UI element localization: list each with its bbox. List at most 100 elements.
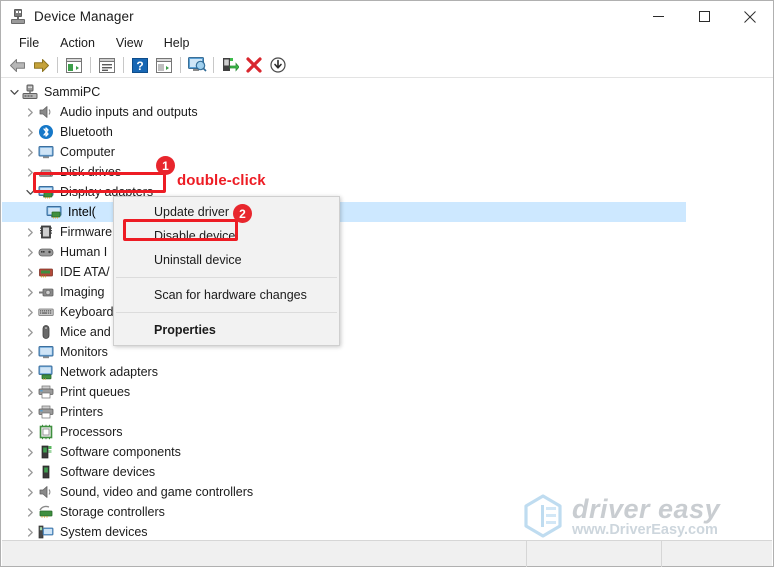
show-hide-console-tree-icon[interactable] (62, 54, 86, 76)
toolbar: ? (1, 53, 773, 78)
context-menu-item-disable-device[interactable]: Disable device (114, 224, 339, 248)
tree-item-intel-display-adapter[interactable]: Intel( (2, 202, 686, 222)
properties-icon[interactable] (95, 54, 119, 76)
chevron-down-icon[interactable] (6, 82, 22, 102)
tree-item-label: Mice and (60, 325, 111, 339)
chevron-right-icon[interactable] (22, 402, 38, 422)
tree-item-label: Network adapters (60, 365, 158, 379)
update-driver-icon[interactable] (218, 54, 242, 76)
chevron-right-icon[interactable] (22, 282, 38, 302)
tree-item-label: Firmware (60, 225, 113, 239)
tree-item-system-devices[interactable]: System devices (2, 522, 772, 539)
system-device-icon (38, 524, 54, 539)
chevron-right-icon[interactable] (22, 142, 38, 162)
minimize-button[interactable] (635, 1, 681, 32)
show-hide-action-pane-icon[interactable] (152, 54, 176, 76)
tree-item-label: Printers (60, 405, 104, 419)
tree-item-disk-drives[interactable]: Disk drives (2, 162, 772, 182)
tree-item-label: Computer (60, 145, 115, 159)
tree-item-computer[interactable]: Computer (2, 142, 772, 162)
monitor-icon (38, 344, 54, 360)
chevron-down-icon[interactable] (22, 182, 38, 202)
tree-item-storage-controllers[interactable]: Storage controllers (2, 502, 772, 522)
context-menu-item-properties[interactable]: Properties (114, 318, 339, 342)
chevron-right-icon[interactable] (22, 502, 38, 522)
device-manager-window: Device Manager File Action View Help ? S… (0, 0, 774, 567)
tree-item-label: Intel( (68, 205, 96, 219)
tree-item-print-queues[interactable]: Print queues (2, 382, 772, 402)
device-manager-icon (10, 8, 26, 25)
tree-item-software-devices[interactable]: Software devices (2, 462, 772, 482)
tree-item-printers[interactable]: Printers (2, 402, 772, 422)
menu-view[interactable]: View (106, 34, 153, 52)
software-component-icon (38, 444, 54, 460)
tree-item-root[interactable]: SammiPC (2, 82, 772, 102)
software-device-icon (38, 464, 54, 480)
tree-item-software-components[interactable]: Software components (2, 442, 772, 462)
context-menu-item-update-driver[interactable]: Update driver (114, 200, 339, 224)
chevron-right-icon[interactable] (22, 122, 38, 142)
uninstall-device-icon[interactable] (242, 54, 266, 76)
tree-item-label: Disk drives (60, 165, 122, 179)
menu-file[interactable]: File (9, 34, 49, 52)
svg-text:?: ? (136, 59, 143, 73)
chevron-right-icon[interactable] (22, 382, 38, 402)
back-icon[interactable] (5, 54, 29, 76)
chevron-right-icon[interactable] (22, 342, 38, 362)
maximize-button[interactable] (681, 1, 727, 32)
tree-item-label: Bluetooth (60, 125, 113, 139)
context-menu-item-scan-for-hardware-changes[interactable]: Scan for hardware changes (114, 283, 339, 307)
tree-item-label: System devices (60, 525, 148, 539)
forward-icon[interactable] (29, 54, 53, 76)
chevron-right-icon[interactable] (22, 322, 38, 342)
tree-item-label: SammiPC (44, 85, 101, 99)
toolbar-separator (90, 57, 91, 73)
chevron-right-icon[interactable] (22, 102, 38, 122)
annotation-double-click-label: double-click (177, 172, 266, 189)
chevron-right-icon[interactable] (22, 222, 38, 242)
tree-item-label: Processors (60, 425, 123, 439)
window-title: Device Manager (34, 9, 134, 24)
tree-item-label: Keyboard (60, 305, 114, 319)
status-pane-main (2, 540, 527, 567)
help-icon[interactable]: ? (128, 54, 152, 76)
chevron-right-icon[interactable] (22, 262, 38, 282)
chevron-right-icon[interactable] (22, 242, 38, 262)
tree-item-bluetooth[interactable]: Bluetooth (2, 122, 772, 142)
tree-item-sound-video-and-game-controllers[interactable]: Sound, video and game controllers (2, 482, 772, 502)
tree-item-label: Human I (60, 245, 108, 259)
context-menu[interactable]: Update driver Disable device Uninstall d… (113, 196, 340, 346)
window-controls (635, 1, 773, 32)
tree-item-processors[interactable]: Processors (2, 422, 772, 442)
status-bar (2, 540, 772, 567)
close-button[interactable] (727, 1, 773, 32)
tree-item-label: Monitors (60, 345, 108, 359)
chevron-right-icon[interactable] (22, 422, 38, 442)
display-adapter-icon (38, 184, 54, 200)
tree-item-network-adapters[interactable]: Network adapters (2, 362, 772, 382)
chevron-right-icon[interactable] (22, 462, 38, 482)
chevron-right-icon[interactable] (22, 162, 38, 182)
printer-icon (38, 404, 54, 420)
tree-item-label: IDE ATA/ (60, 265, 110, 279)
menu-help[interactable]: Help (154, 34, 200, 52)
computer-icon (22, 84, 38, 100)
chevron-right-icon[interactable] (22, 442, 38, 462)
context-menu-separator (116, 277, 337, 278)
chevron-right-icon[interactable] (22, 362, 38, 382)
tree-item-label: Sound, video and game controllers (60, 485, 254, 499)
speaker-icon (38, 104, 54, 120)
storage-controller-icon (38, 504, 54, 520)
scan-for-hardware-changes-icon[interactable] (185, 54, 209, 76)
monitor-icon (38, 144, 54, 160)
disable-device-icon[interactable] (266, 54, 290, 76)
context-menu-item-uninstall-device[interactable]: Uninstall device (114, 248, 339, 272)
chevron-right-icon[interactable] (22, 302, 38, 322)
menu-action[interactable]: Action (50, 34, 105, 52)
tree-item-label: Imaging (60, 285, 105, 299)
tree-item-audio-inputs-and-outputs[interactable]: Audio inputs and outputs (2, 102, 772, 122)
annotation-badge-1: 1 (156, 156, 175, 175)
chevron-right-icon[interactable] (22, 522, 38, 539)
hid-icon (38, 244, 54, 260)
chevron-right-icon[interactable] (22, 482, 38, 502)
